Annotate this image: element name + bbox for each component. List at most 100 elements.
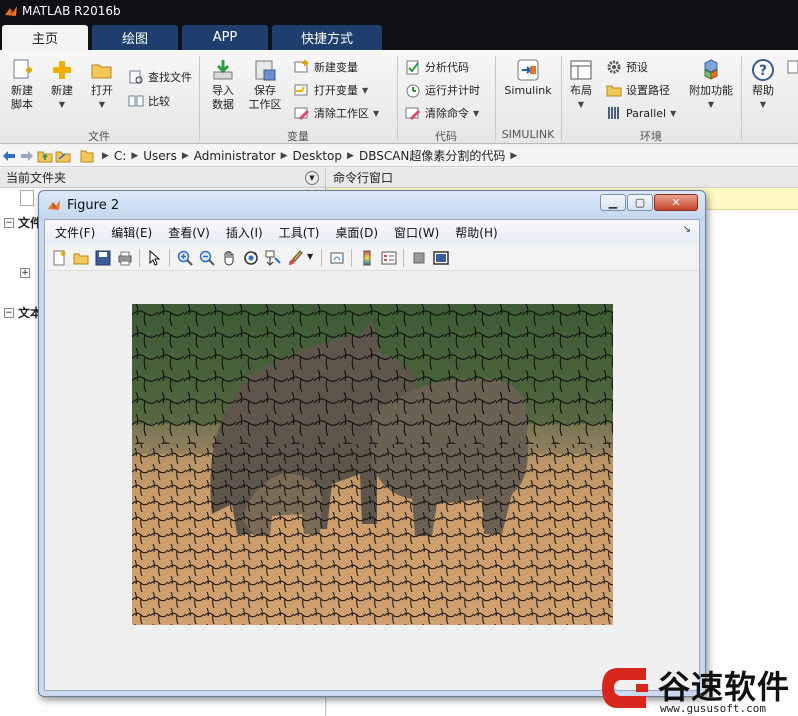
clear-commands-button[interactable]: 清除命令 ▼ [405,104,479,122]
menu-edit[interactable]: 编辑(E) [111,224,152,241]
figure-client-area: 文件(F) 编辑(E) 查看(V) 插入(I) 工具(T) 桌面(D) 窗口(W… [44,219,700,691]
compare-button[interactable]: 比较 [128,92,170,110]
pane-menu-icon[interactable]: ▼ [305,170,319,185]
clear-workspace-button[interactable]: 清除工作区 ▼ [294,104,379,122]
breadcrumb-users[interactable]: Users [143,149,177,163]
ribbon-overflow[interactable] [786,58,798,76]
file-icon [20,190,34,206]
tree-group-files[interactable]: − 文件 [4,214,42,231]
figure-titlebar[interactable]: Figure 2 ▁ ▢ ✕ [39,191,705,219]
clear-workspace-icon [294,107,310,121]
tab-shortcuts[interactable]: 快捷方式 [272,25,382,50]
import-data-button[interactable]: 导入 数据 [206,58,240,112]
matlab-logo-icon [48,200,60,210]
menu-view[interactable]: 查看(V) [168,224,210,241]
current-folder-addressbar: ▶ C: ▶ Users ▶ Administrator ▶ Desktop ▶… [0,145,798,167]
zoom-out-icon[interactable] [199,250,215,266]
chevron-right-icon: ▶ [181,150,189,161]
segmented-image[interactable] [132,304,613,625]
analyze-code-button[interactable]: 分析代码 [405,58,469,76]
back-arrow-icon[interactable] [0,147,18,165]
menu-insert[interactable]: 插入(I) [226,224,263,241]
new-button[interactable]: 新建 ▼ [46,58,78,112]
new-script-button[interactable]: 新建 脚本 [6,58,38,112]
browse-folder-icon[interactable] [54,147,72,165]
breadcrumb-drive[interactable]: C: [114,149,126,163]
import-icon [213,60,233,80]
tab-home[interactable]: 主页 [2,25,88,50]
help-icon: ? [752,59,774,81]
chevron-right-icon: ▶ [510,150,518,161]
up-folder-icon[interactable] [36,147,54,165]
breadcrumb-project-folder[interactable]: DBSCAN超像素分割的代码 [359,147,505,164]
menu-desktop[interactable]: 桌面(D) [335,224,378,241]
show-plot-tools-icon[interactable] [433,250,449,266]
group-label-environment: 环境 [640,130,662,143]
zoom-in-icon[interactable] [177,250,193,266]
preferences-button[interactable]: 预设 [606,58,648,76]
group-label-simulink: SIMULINK [501,128,555,141]
legend-icon[interactable] [381,250,397,266]
toolbar-separator [403,249,404,267]
chevron-down-icon: ▼ [707,100,715,109]
collapse-icon[interactable]: − [4,217,14,228]
layout-button[interactable]: 布局 ▼ [566,58,596,112]
layout-icon [570,60,592,80]
chevron-down-icon[interactable]: ▼ [307,252,313,261]
tree-group-text[interactable]: − 文本 [4,304,42,321]
open-variable-button[interactable]: 打开变量 ▼ [294,81,368,99]
breadcrumb-administrator[interactable]: Administrator [194,149,276,163]
pointer-icon[interactable] [147,250,163,266]
menu-file[interactable]: 文件(F) [55,224,95,241]
dock-arrow-icon[interactable]: ↘ [683,224,691,235]
data-cursor-icon[interactable] [265,250,281,266]
current-folder-header: 当前文件夹 ▼ [0,168,325,188]
chevron-down-icon[interactable]: ▼ [373,109,379,118]
run-and-time-button[interactable]: 运行并计时 [405,81,480,99]
help-button[interactable]: ? 帮助 ▼ [748,58,778,112]
brush-icon[interactable] [287,250,303,266]
new-variable-button[interactable]: 新建变量 [294,58,358,76]
tab-apps[interactable]: APP [182,25,268,50]
clear-commands-icon [405,107,421,121]
chevron-right-icon: ▶ [131,150,139,161]
collapse-icon[interactable]: − [4,307,14,318]
expand-icon[interactable]: + [20,268,30,278]
chevron-down-icon[interactable]: ▼ [670,109,676,118]
parallel-button[interactable]: Parallel ▼ [606,104,676,122]
rotate-icon[interactable] [243,250,259,266]
figure-window[interactable]: Figure 2 ▁ ▢ ✕ 文件(F) 编辑(E) 查看(V) 插入(I) 工… [38,190,706,697]
menu-help[interactable]: 帮助(H) [455,224,497,241]
find-files-button[interactable]: 查找文件 [128,68,192,86]
chevron-down-icon[interactable]: ▼ [473,109,479,118]
gear-icon [607,60,621,74]
minimize-button[interactable]: ▁ [600,194,626,211]
open-button[interactable]: 打开 ▼ [86,58,118,112]
hide-plot-tools-icon[interactable] [411,250,427,266]
menu-window[interactable]: 窗口(W) [394,224,439,241]
maximize-button[interactable]: ▢ [627,194,653,211]
pan-icon[interactable] [221,250,237,266]
tab-plots[interactable]: 绘图 [92,25,178,50]
chevron-down-icon: ▼ [759,100,767,109]
simulink-button[interactable]: Simulink [502,58,554,98]
link-icon[interactable] [329,250,345,266]
breadcrumb-desktop[interactable]: Desktop [293,149,343,163]
forward-arrow-icon[interactable] [18,147,36,165]
open-icon[interactable] [73,250,89,266]
chevron-down-icon[interactable]: ▼ [362,86,368,95]
add-ons-button[interactable]: 附加功能 ▼ [688,58,734,112]
set-path-button[interactable]: 设置路径 [606,81,670,99]
menu-tools[interactable]: 工具(T) [279,224,320,241]
chevron-right-icon: ▶ [102,150,109,161]
analyze-code-icon [406,60,419,75]
find-files-icon [129,70,143,84]
save-icon[interactable] [95,250,111,266]
print-icon[interactable] [117,250,133,266]
close-button[interactable]: ✕ [654,194,698,211]
colorbar-icon[interactable] [359,250,375,266]
ribbon: 新建 脚本 新建 ▼ 打开 ▼ 查找文件 比较 文件 导入 数据 保存 工作区 … [0,50,798,144]
svg-text:?: ? [759,63,767,79]
new-figure-icon[interactable] [51,250,67,266]
save-workspace-button[interactable]: 保存 工作区 [246,58,284,112]
